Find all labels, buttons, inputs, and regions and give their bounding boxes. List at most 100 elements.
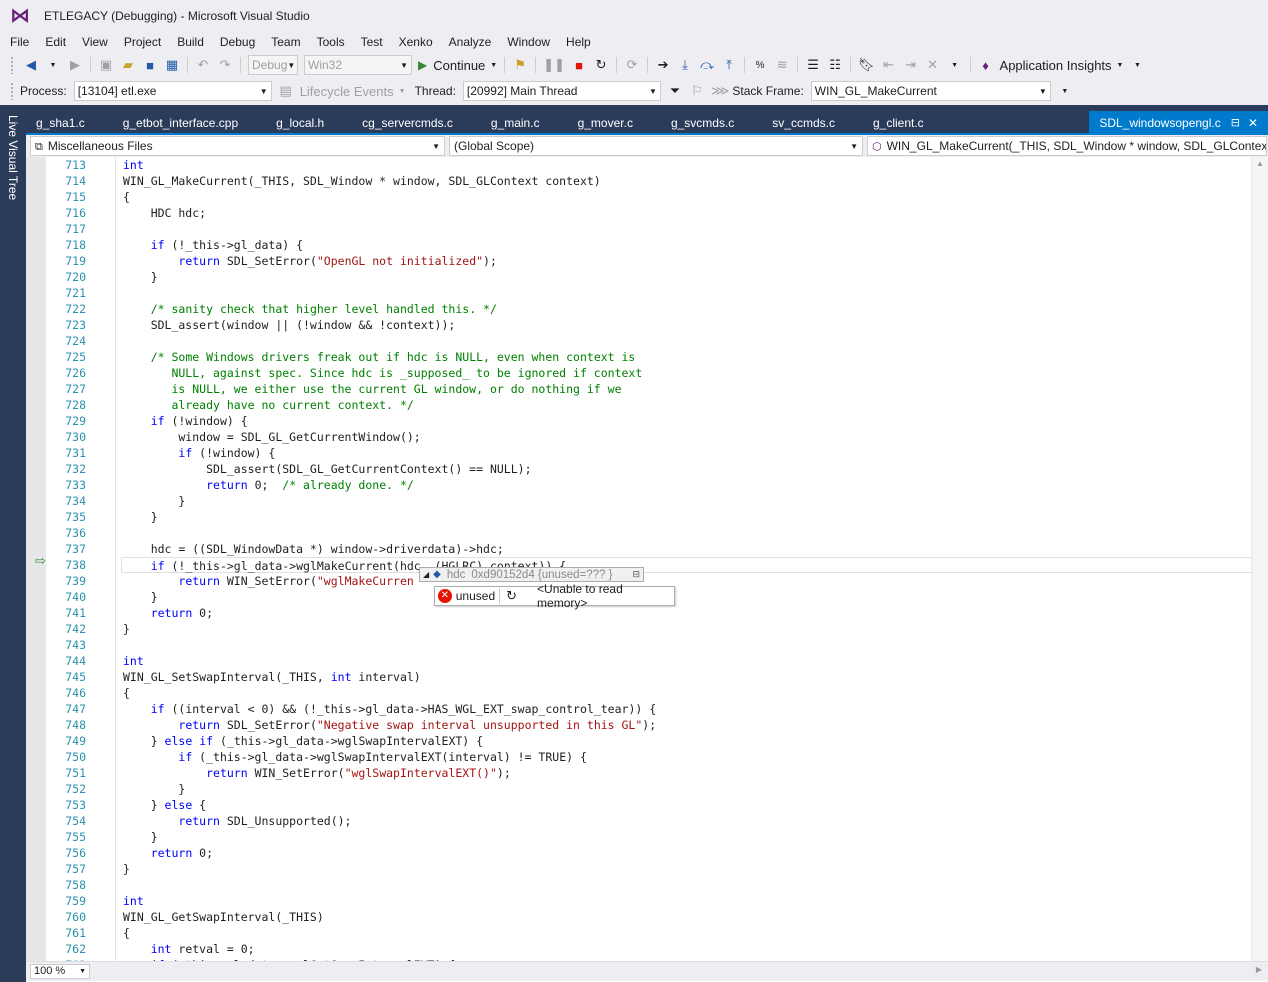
code-line[interactable]: { [123, 685, 1253, 701]
code-line[interactable] [123, 221, 1253, 237]
menu-analyze[interactable]: Analyze [441, 33, 500, 51]
code-line[interactable]: } [123, 861, 1253, 877]
next-bookmark-icon[interactable]: ⇥ [901, 55, 921, 75]
solution-platform-select[interactable]: Win32 ▼ [304, 55, 412, 75]
code-line[interactable]: is NULL, we either use the current GL wi… [123, 381, 1253, 397]
code-line[interactable]: int [123, 893, 1253, 909]
outlining-margin[interactable] [106, 157, 116, 961]
lifecycle-events-icon[interactable]: ▤ [276, 81, 296, 101]
code-line[interactable]: SDL_assert(SDL_GL_GetCurrentContext() ==… [123, 461, 1253, 477]
tab-sv-ccmds[interactable]: sv_ccmds.c [762, 111, 845, 135]
menu-xenko[interactable]: Xenko [391, 33, 441, 51]
step-into-icon[interactable]: ⤓ [675, 55, 695, 75]
show-next-statement-icon[interactable]: ➔ [653, 55, 673, 75]
tab-g-local[interactable]: g_local.h [266, 111, 334, 135]
navigate-forward-icon[interactable]: ▶ [65, 55, 85, 75]
code-line[interactable]: return WIN_SetError("wglMakeCurren [123, 573, 1253, 589]
code-line[interactable]: NULL, against spec. Since hdc is _suppos… [123, 365, 1253, 381]
datatip-child-row[interactable]: ✕ unused ↻ <Unable to read memory> [434, 582, 675, 610]
code-line[interactable]: if (!_this->gl_data) { [123, 237, 1253, 253]
uncomment-icon[interactable]: ☷ [825, 55, 845, 75]
zoom-select[interactable]: 100 % ▼ [30, 964, 90, 979]
thread-select[interactable]: [20992] Main Thread ▼ [462, 81, 661, 101]
code-line[interactable]: return 0; /* already done. */ [123, 477, 1253, 493]
menu-team[interactable]: Team [263, 33, 308, 51]
toolbar-options-icon[interactable]: ▼ [945, 55, 965, 75]
code-line[interactable]: } else { [123, 797, 1253, 813]
code-line[interactable]: SDL_assert(window || (!window && !contex… [123, 317, 1253, 333]
comment-out-icon[interactable]: ☰ [803, 55, 823, 75]
restart-icon[interactable]: ↻ [591, 55, 611, 75]
toolbar-options-icon[interactable]: ▼ [1055, 81, 1075, 101]
menu-debug[interactable]: Debug [212, 33, 263, 51]
code-line[interactable]: return SDL_SetError("OpenGL not initiali… [123, 253, 1253, 269]
thread-icon[interactable]: ≋ [772, 55, 792, 75]
code-line[interactable]: HDC hdc; [123, 205, 1253, 221]
break-all-icon[interactable]: ❚❚ [541, 55, 567, 75]
current-code-line[interactable]: if (!_this->gl_data->wglMakeCurrent(hdc,… [121, 557, 1253, 573]
code-line[interactable]: return 0; [123, 845, 1253, 861]
process-select[interactable]: [13104] etl.exe ▼ [73, 81, 272, 101]
dropdown-arrow-icon[interactable]: ▼ [43, 55, 63, 75]
code-line[interactable]: if ((interval < 0) && (!_this->gl_data->… [123, 701, 1253, 717]
collapse-icon[interactable]: ◢ [423, 570, 429, 579]
solution-configuration-select[interactable]: Debug ▼ [248, 55, 298, 75]
tab-g-mover[interactable]: g_mover.c [568, 111, 643, 135]
menu-tools[interactable]: Tools [309, 33, 353, 51]
code-line[interactable]: return WIN_SetError("wglSwapIntervalEXT(… [123, 765, 1253, 781]
code-editor[interactable]: ⇨ 713 714 715 716 717 718 719 720 721 722 723 724 72… [26, 157, 1268, 961]
pin-icon[interactable]: ⊟ [1231, 111, 1240, 135]
open-file-icon[interactable]: ▰ [118, 55, 138, 75]
flag-threads-icon[interactable]: ⚐ [687, 81, 707, 101]
save-all-icon[interactable]: ▦ [162, 55, 182, 75]
refresh-icon[interactable]: ↻ [499, 588, 523, 604]
code-line[interactable]: } [123, 781, 1253, 797]
tab-cg-servercmds[interactable]: cg_servercmds.c [352, 111, 463, 135]
menu-window[interactable]: Window [499, 33, 558, 51]
code-line[interactable]: } else if (_this->gl_data->wglSwapInterv… [123, 733, 1253, 749]
hex-display-icon[interactable]: % [750, 55, 770, 75]
bookmark-icon[interactable]: 🔖︎ [856, 55, 877, 75]
undo-icon[interactable]: ↶ [193, 55, 213, 75]
previous-bookmark-icon[interactable]: ⇤ [879, 55, 899, 75]
code-line[interactable]: return SDL_SetError("Negative swap inter… [123, 717, 1253, 733]
code-line[interactable]: return SDL_Unsupported(); [123, 813, 1253, 829]
breakpoint-margin[interactable]: ⇨ [26, 157, 46, 961]
code-line[interactable]: { [123, 925, 1253, 941]
code-line[interactable]: } [123, 493, 1253, 509]
menu-test[interactable]: Test [353, 33, 391, 51]
code-line[interactable]: } [123, 589, 1253, 605]
code-line[interactable]: WIN_GL_MakeCurrent(_THIS, SDL_Window * w… [123, 173, 1253, 189]
code-line[interactable]: /* Some Windows drivers freak out if hdc… [123, 349, 1253, 365]
show-threads-icon[interactable]: ⋙ [709, 81, 732, 101]
code-text[interactable]: int WIN_GL_MakeCurrent(_THIS, SDL_Window … [121, 157, 1253, 961]
menu-view[interactable]: View [74, 33, 116, 51]
code-line[interactable]: if (!window) { [123, 413, 1253, 429]
close-icon[interactable]: ✕ [1248, 111, 1258, 135]
code-line[interactable]: { [123, 189, 1253, 205]
code-line[interactable] [123, 525, 1253, 541]
tab-g-svcmds[interactable]: g_svcmds.c [661, 111, 744, 135]
code-line[interactable]: window = SDL_GL_GetCurrentWindow(); [123, 429, 1253, 445]
code-line[interactable]: /* sanity check that higher level handle… [123, 301, 1253, 317]
menu-edit[interactable]: Edit [37, 33, 74, 51]
code-line[interactable]: hdc = ((SDL_WindowData *) window->driver… [123, 541, 1253, 557]
vertical-scrollbar[interactable]: ▲ [1251, 157, 1268, 961]
step-over-icon[interactable]: ⤼ [697, 55, 717, 75]
code-line[interactable] [123, 637, 1253, 653]
toolbar-grip[interactable] [10, 82, 14, 100]
code-line[interactable]: already have no current context. */ [123, 397, 1253, 413]
hot-reload-icon[interactable]: ⟳ [622, 55, 642, 75]
code-line[interactable]: int [123, 653, 1253, 669]
tab-g-sha1[interactable]: g_sha1.c [26, 111, 95, 135]
code-line[interactable]: if (!window) { [123, 445, 1253, 461]
redo-icon[interactable]: ↷ [215, 55, 235, 75]
datatip-variable-value[interactable]: 0xd90152d4 {unused=??? } [471, 569, 612, 581]
filter-icon[interactable]: ⏷ [665, 81, 685, 101]
code-line[interactable]: } [123, 621, 1253, 637]
clear-bookmarks-icon[interactable]: ✕ [923, 55, 943, 75]
code-line[interactable]: } [123, 269, 1253, 285]
menu-file[interactable]: File [2, 33, 37, 51]
instruction-pointer-icon[interactable]: ⇨ [35, 553, 46, 569]
tab-sdl-windowsopengl[interactable]: SDL_windowsopengl.c ⊟ ✕ [1089, 111, 1268, 135]
